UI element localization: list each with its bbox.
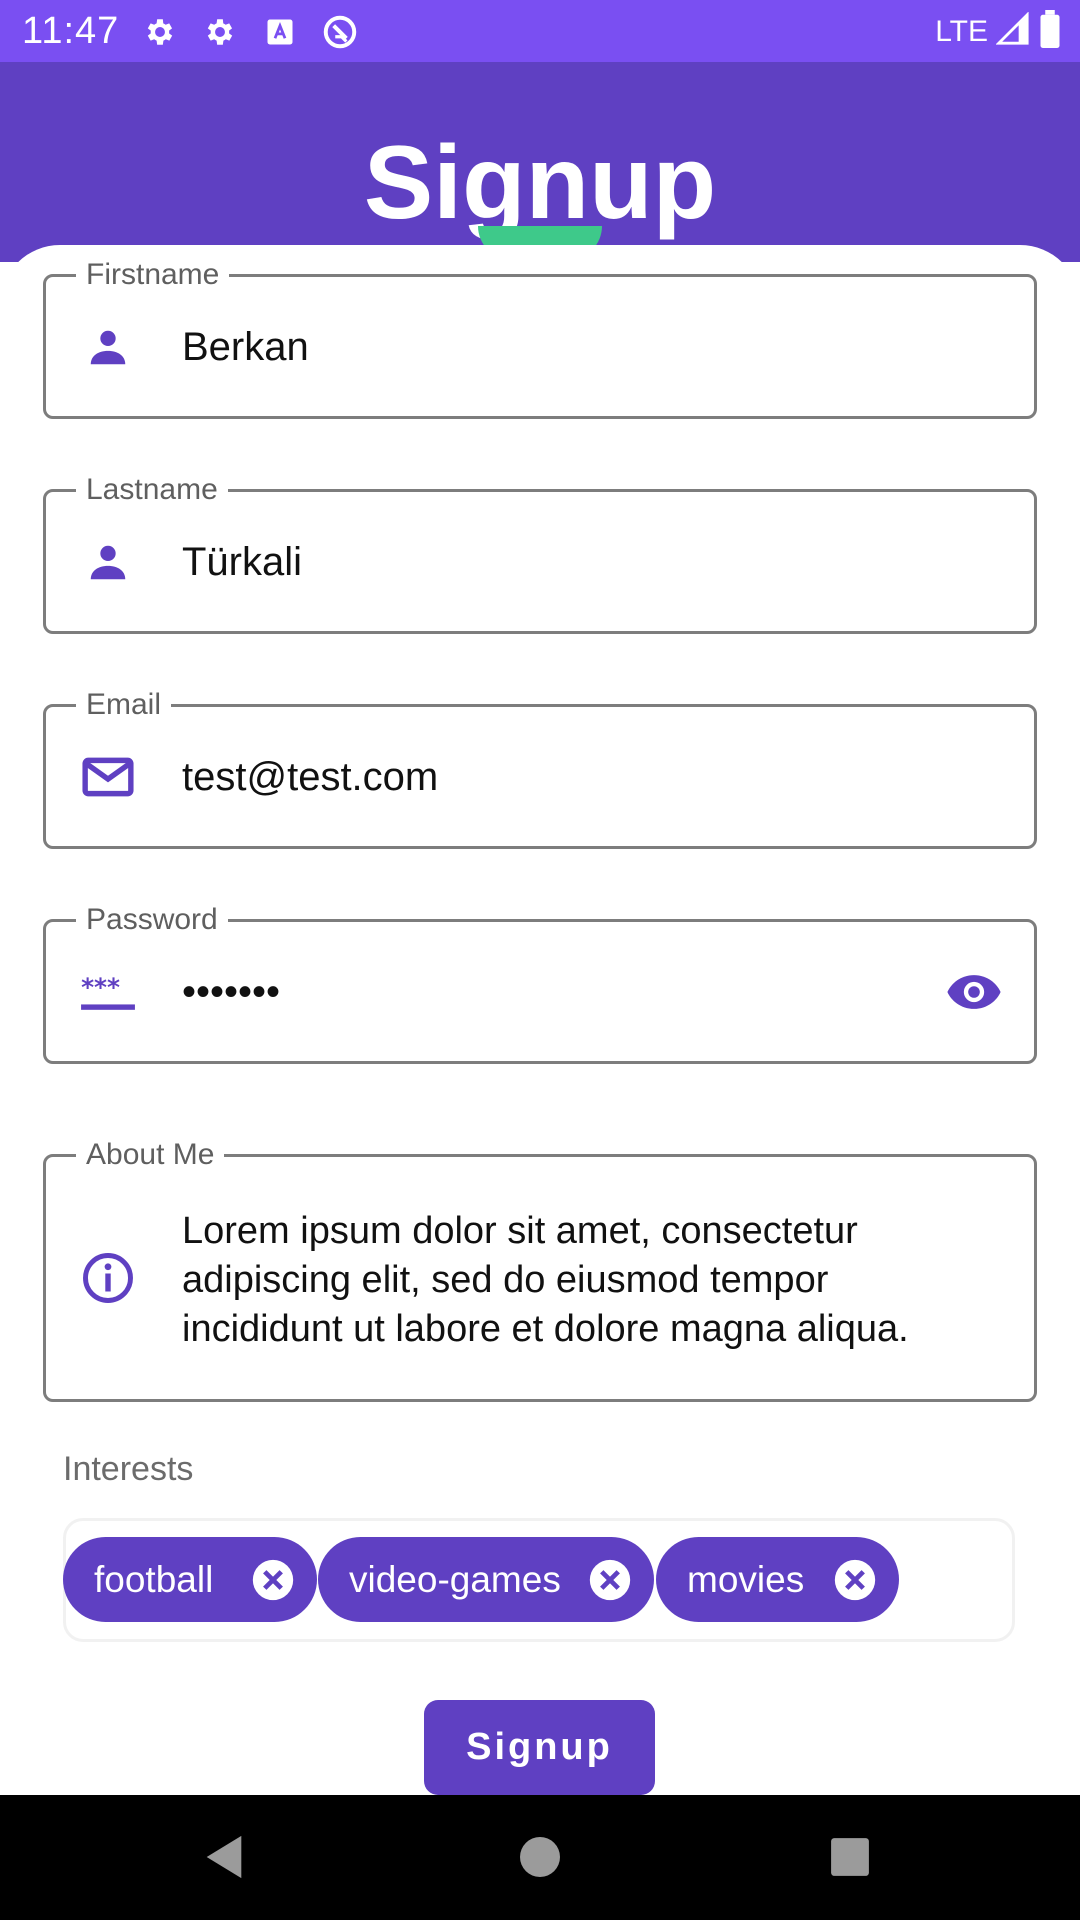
status-icons [140, 12, 360, 52]
sync-icon [320, 12, 360, 52]
chip-movies[interactable]: movies [656, 1537, 899, 1622]
email-label: Email [76, 685, 172, 725]
status-time: 11:47 [22, 10, 120, 52]
gear-icon [200, 12, 240, 52]
navigation-bar [0, 1795, 1080, 1920]
chip-video-games[interactable]: video-games [318, 1537, 654, 1622]
signup-button[interactable]: Signup [424, 1700, 655, 1795]
back-icon[interactable] [192, 1825, 256, 1889]
about-input[interactable]: Lorem ipsum dolor sit amet, consectetur … [182, 1207, 994, 1354]
recents-icon[interactable] [818, 1825, 882, 1889]
svg-text:***: *** [81, 973, 120, 1002]
firstname-field[interactable]: Firstname Berkan [43, 255, 1037, 419]
password-icon: *** [78, 962, 138, 1022]
about-label: About Me [76, 1135, 225, 1175]
person-icon [78, 532, 138, 592]
text-a-icon [260, 12, 300, 52]
email-input[interactable]: test@test.com [182, 752, 438, 802]
close-circle-icon[interactable] [833, 1558, 877, 1602]
battery-icon [1038, 10, 1062, 53]
person-icon [78, 317, 138, 377]
info-icon [78, 1248, 138, 1308]
email-field[interactable]: Email test@test.com [43, 685, 1037, 849]
password-label: Password [76, 900, 228, 940]
chip-football[interactable]: football [63, 1537, 317, 1622]
status-bar: 11:47 LTE [0, 0, 1080, 62]
chip-label: football [94, 1558, 214, 1600]
lastname-input[interactable]: Türkali [182, 537, 302, 587]
lastname-label: Lastname [76, 470, 228, 510]
gear-icon [140, 12, 180, 52]
about-field[interactable]: About Me Lorem ipsum dolor sit amet, con… [43, 1135, 1037, 1402]
firstname-label: Firstname [76, 255, 230, 295]
chip-label: movies [687, 1558, 805, 1600]
mail-icon [78, 747, 138, 807]
eye-icon[interactable] [942, 960, 1006, 1024]
page-title: Signup [363, 125, 717, 241]
chip-label: video-games [349, 1558, 561, 1600]
password-field[interactable]: Password *** ••••••• [43, 900, 1037, 1064]
interests-label: Interests [63, 1450, 194, 1488]
lastname-field[interactable]: Lastname Türkali [43, 470, 1037, 634]
status-right: LTE [935, 10, 1062, 53]
firstname-input[interactable]: Berkan [182, 322, 309, 372]
network-label: LTE [935, 14, 988, 48]
close-circle-icon[interactable] [251, 1558, 295, 1602]
home-icon[interactable] [508, 1825, 572, 1889]
password-input[interactable]: ••••••• [182, 967, 280, 1017]
close-circle-icon[interactable] [588, 1558, 632, 1602]
signal-icon [995, 11, 1030, 51]
